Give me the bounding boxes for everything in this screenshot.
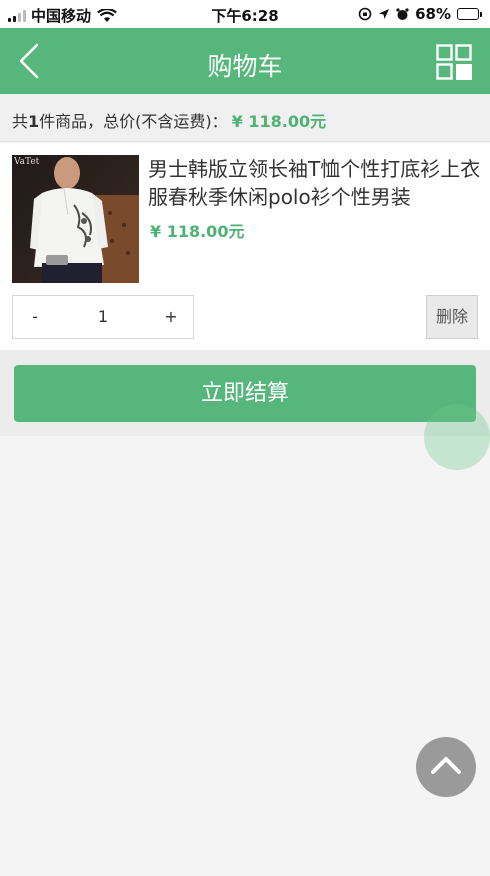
alarm-icon <box>396 7 409 20</box>
page-title: 购物车 <box>207 52 283 81</box>
cart-item: VaTet 男士韩版立领长袖T恤个性打底衫上衣服春秋季休闲polo衫个性男装 ¥… <box>0 143 490 350</box>
increase-quantity-button[interactable]: + <box>149 296 193 338</box>
status-bar: 中国移动 下午6:28 68% <box>0 0 490 28</box>
quantity-input[interactable]: 1 <box>57 296 149 338</box>
qr-grid-icon[interactable] <box>436 44 472 80</box>
total-price: ¥ 118.00元 <box>231 112 327 131</box>
back-to-top-button[interactable] <box>416 737 476 797</box>
battery-icon <box>457 8 482 20</box>
status-right: 68% <box>358 5 482 23</box>
cart-summary: 共1件商品，总价(不含运费)： ¥ 118.00元 <box>0 94 490 142</box>
product-name[interactable]: 男士韩版立领长袖T恤个性打底衫上衣服春秋季休闲polo衫个性男装 <box>148 155 484 211</box>
floating-assistive-button[interactable] <box>424 404 490 470</box>
nav-bar: 购物车 <box>0 28 490 94</box>
item-count: 1 <box>28 112 40 131</box>
summary-middle: 件商品，总价(不含运费)： <box>39 112 228 131</box>
battery-percent: 68% <box>415 5 451 23</box>
quantity-stepper: - 1 + <box>12 295 194 339</box>
chevron-up-icon <box>431 757 461 774</box>
product-price: ¥ 118.00元 <box>150 222 245 241</box>
checkout-button[interactable]: 立即结算 <box>14 365 476 422</box>
summary-prefix: 共 <box>12 112 29 131</box>
image-brand-text: VaTet <box>14 157 40 167</box>
product-image[interactable]: VaTet <box>12 155 139 283</box>
delete-button[interactable]: 删除 <box>426 295 478 339</box>
product-photo <box>12 155 139 283</box>
location-icon <box>379 9 390 19</box>
checkout-area: 立即结算 <box>0 350 490 436</box>
orientation-lock-icon <box>358 7 372 21</box>
decrease-quantity-button[interactable]: - <box>13 296 57 338</box>
